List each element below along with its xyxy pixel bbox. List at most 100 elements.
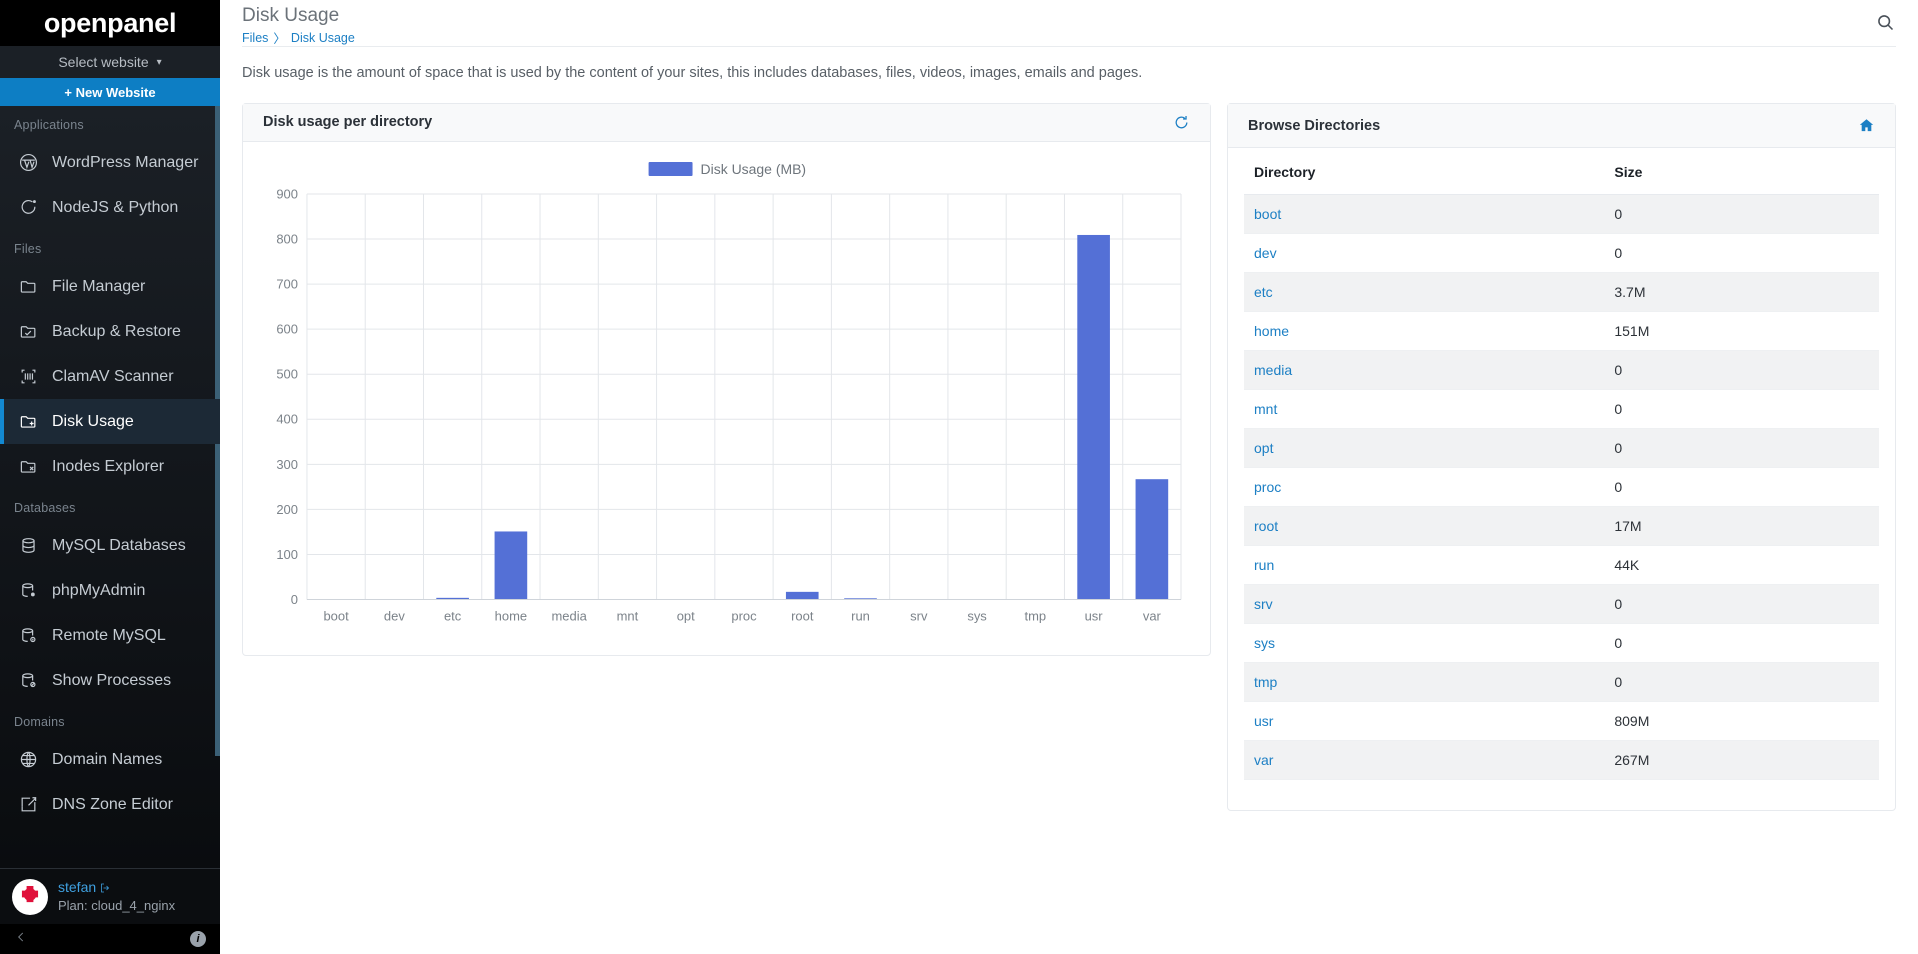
sidebar-item-dns-zone-editor[interactable]: DNS Zone Editor [0, 782, 220, 827]
directory-link[interactable]: usr [1254, 713, 1273, 729]
new-website-button[interactable]: + New Website [0, 78, 220, 106]
chevron-down-icon: ▾ [156, 56, 162, 68]
globe-icon [18, 750, 38, 770]
table-row[interactable]: usr 809M [1244, 701, 1879, 741]
bar-var[interactable] [1135, 478, 1169, 600]
directory-link[interactable]: dev [1254, 245, 1277, 261]
search-icon[interactable] [1875, 12, 1896, 38]
x-tick-label: srv [910, 608, 928, 623]
directory-link[interactable]: var [1254, 752, 1273, 768]
breadcrumb-item-files[interactable]: Files [242, 31, 268, 45]
cell-directory: tmp [1244, 662, 1593, 702]
x-tick-label: proc [731, 608, 757, 623]
cell-directory: srv [1244, 584, 1593, 624]
chart-card-header: Disk usage per directory [243, 104, 1210, 142]
legend-label: Disk Usage (MB) [701, 161, 807, 177]
cell-directory: media [1244, 350, 1593, 390]
sidebar-item-show-processes[interactable]: Show Processes [0, 658, 220, 703]
y-tick-label: 200 [276, 501, 298, 516]
table-row[interactable]: run 44K [1244, 545, 1879, 585]
table-row[interactable]: opt 0 [1244, 428, 1879, 468]
user-avatar-glyph [13, 879, 47, 914]
table-row[interactable]: tmp 0 [1244, 662, 1879, 702]
breadcrumb-item-disk-usage[interactable]: Disk Usage [291, 31, 355, 45]
cell-size: 17M [1592, 506, 1879, 546]
y-tick-label: 400 [276, 411, 298, 426]
info-icon[interactable]: i [190, 931, 206, 947]
sidebar-item-label: Disk Usage [52, 412, 134, 430]
cell-size: 809M [1592, 701, 1879, 741]
user-name[interactable]: stefan [58, 878, 175, 897]
folder-icon [18, 277, 38, 297]
sidebar-item-clamav-scanner[interactable]: ClamAV Scanner [0, 354, 220, 399]
table-row[interactable]: proc 0 [1244, 467, 1879, 507]
select-website-dropdown[interactable]: Select website ▾ [0, 46, 220, 78]
table-row[interactable]: dev 0 [1244, 233, 1879, 273]
bar-home[interactable] [494, 531, 528, 600]
cell-size: 0 [1592, 350, 1879, 390]
cell-size: 0 [1592, 389, 1879, 429]
chevron-left-icon[interactable] [14, 930, 28, 949]
directory-link[interactable]: media [1254, 362, 1292, 378]
table-row[interactable]: srv 0 [1244, 584, 1879, 624]
cell-size: 0 [1592, 584, 1879, 624]
sidebar-item-label: WordPress Manager [52, 153, 199, 171]
x-tick-label: run [851, 608, 870, 623]
table-row[interactable]: var 267M [1244, 740, 1879, 780]
directory-link[interactable]: proc [1254, 479, 1281, 495]
directory-link[interactable]: tmp [1254, 674, 1277, 690]
sidebar-item-phpmyadmin[interactable]: phpMyAdmin [0, 568, 220, 613]
directory-link[interactable]: sys [1254, 635, 1275, 651]
table-row[interactable]: mnt 0 [1244, 389, 1879, 429]
sidebar-item-domain-names[interactable]: Domain Names [0, 737, 220, 782]
user-panel[interactable]: stefan Plan: cloud_4_nginx [0, 868, 220, 924]
sidebar-item-label: ClamAV Scanner [52, 367, 174, 385]
directory-link[interactable]: etc [1254, 284, 1273, 300]
y-tick-label: 500 [276, 366, 298, 381]
sidebar-item-label: MySQL Databases [52, 536, 186, 554]
sidebar-item-mysql-databases[interactable]: MySQL Databases [0, 523, 220, 568]
y-tick-label: 700 [276, 276, 298, 291]
cell-directory: root [1244, 506, 1593, 546]
sidebar-item-inodes-explorer[interactable]: Inodes Explorer [0, 444, 220, 489]
directory-link[interactable]: boot [1254, 206, 1281, 222]
chart-legend: Disk Usage (MB) [648, 161, 807, 177]
bar-chart[interactable]: Disk Usage (MB) 0 100 200 300 400 500 600 700 800… [257, 152, 1196, 651]
directory-link[interactable]: run [1254, 557, 1274, 573]
sidebar-item-nodejs-python[interactable]: NodeJS & Python [0, 185, 220, 230]
browse-directories-card: Browse Directories Directory Size boot 0… [1227, 103, 1896, 811]
sidebar-item-disk-usage[interactable]: Disk Usage [0, 399, 220, 444]
table-row[interactable]: boot 0 [1244, 194, 1879, 234]
cell-size: 0 [1592, 623, 1879, 663]
home-icon[interactable] [1858, 117, 1875, 134]
y-tick-label: 300 [276, 456, 298, 471]
cell-directory: run [1244, 545, 1593, 585]
cell-size: 0 [1592, 662, 1879, 702]
directory-link[interactable]: root [1254, 518, 1278, 534]
bar-usr[interactable] [1077, 234, 1110, 600]
directory-link[interactable]: opt [1254, 440, 1273, 456]
refresh-icon[interactable] [1173, 114, 1190, 131]
x-tick-label: tmp [1025, 608, 1047, 623]
table-body: boot 0 dev 0 etc 3.7M home 151M media 0 mnt 0 opt 0 pr… [1244, 194, 1879, 780]
database-info-icon [18, 626, 38, 646]
directory-link[interactable]: mnt [1254, 401, 1277, 417]
table-row[interactable]: etc 3.7M [1244, 272, 1879, 312]
bar-root[interactable] [785, 591, 819, 600]
table-row[interactable]: home 151M [1244, 311, 1879, 351]
legend-swatch [648, 161, 693, 176]
cell-size: 151M [1592, 311, 1879, 351]
directory-link[interactable]: home [1254, 323, 1289, 339]
table-row[interactable]: root 17M [1244, 506, 1879, 546]
brand-logo[interactable]: openpanel [0, 0, 220, 46]
main-content: Disk Usage Files 〉 Disk Usage Disk usage… [220, 0, 1918, 954]
table-row[interactable]: media 0 [1244, 350, 1879, 390]
x-tick-label: mnt [617, 608, 639, 623]
sidebar-item-wordpress-manager[interactable]: WordPress Manager [0, 140, 220, 185]
sidebar-item-file-manager[interactable]: File Manager [0, 264, 220, 309]
x-tick-label: var [1143, 608, 1162, 623]
directory-link[interactable]: srv [1254, 596, 1273, 612]
table-row[interactable]: sys 0 [1244, 623, 1879, 663]
sidebar-item-remote-mysql[interactable]: Remote MySQL [0, 613, 220, 658]
sidebar-item-backup-restore[interactable]: Backup & Restore [0, 309, 220, 354]
